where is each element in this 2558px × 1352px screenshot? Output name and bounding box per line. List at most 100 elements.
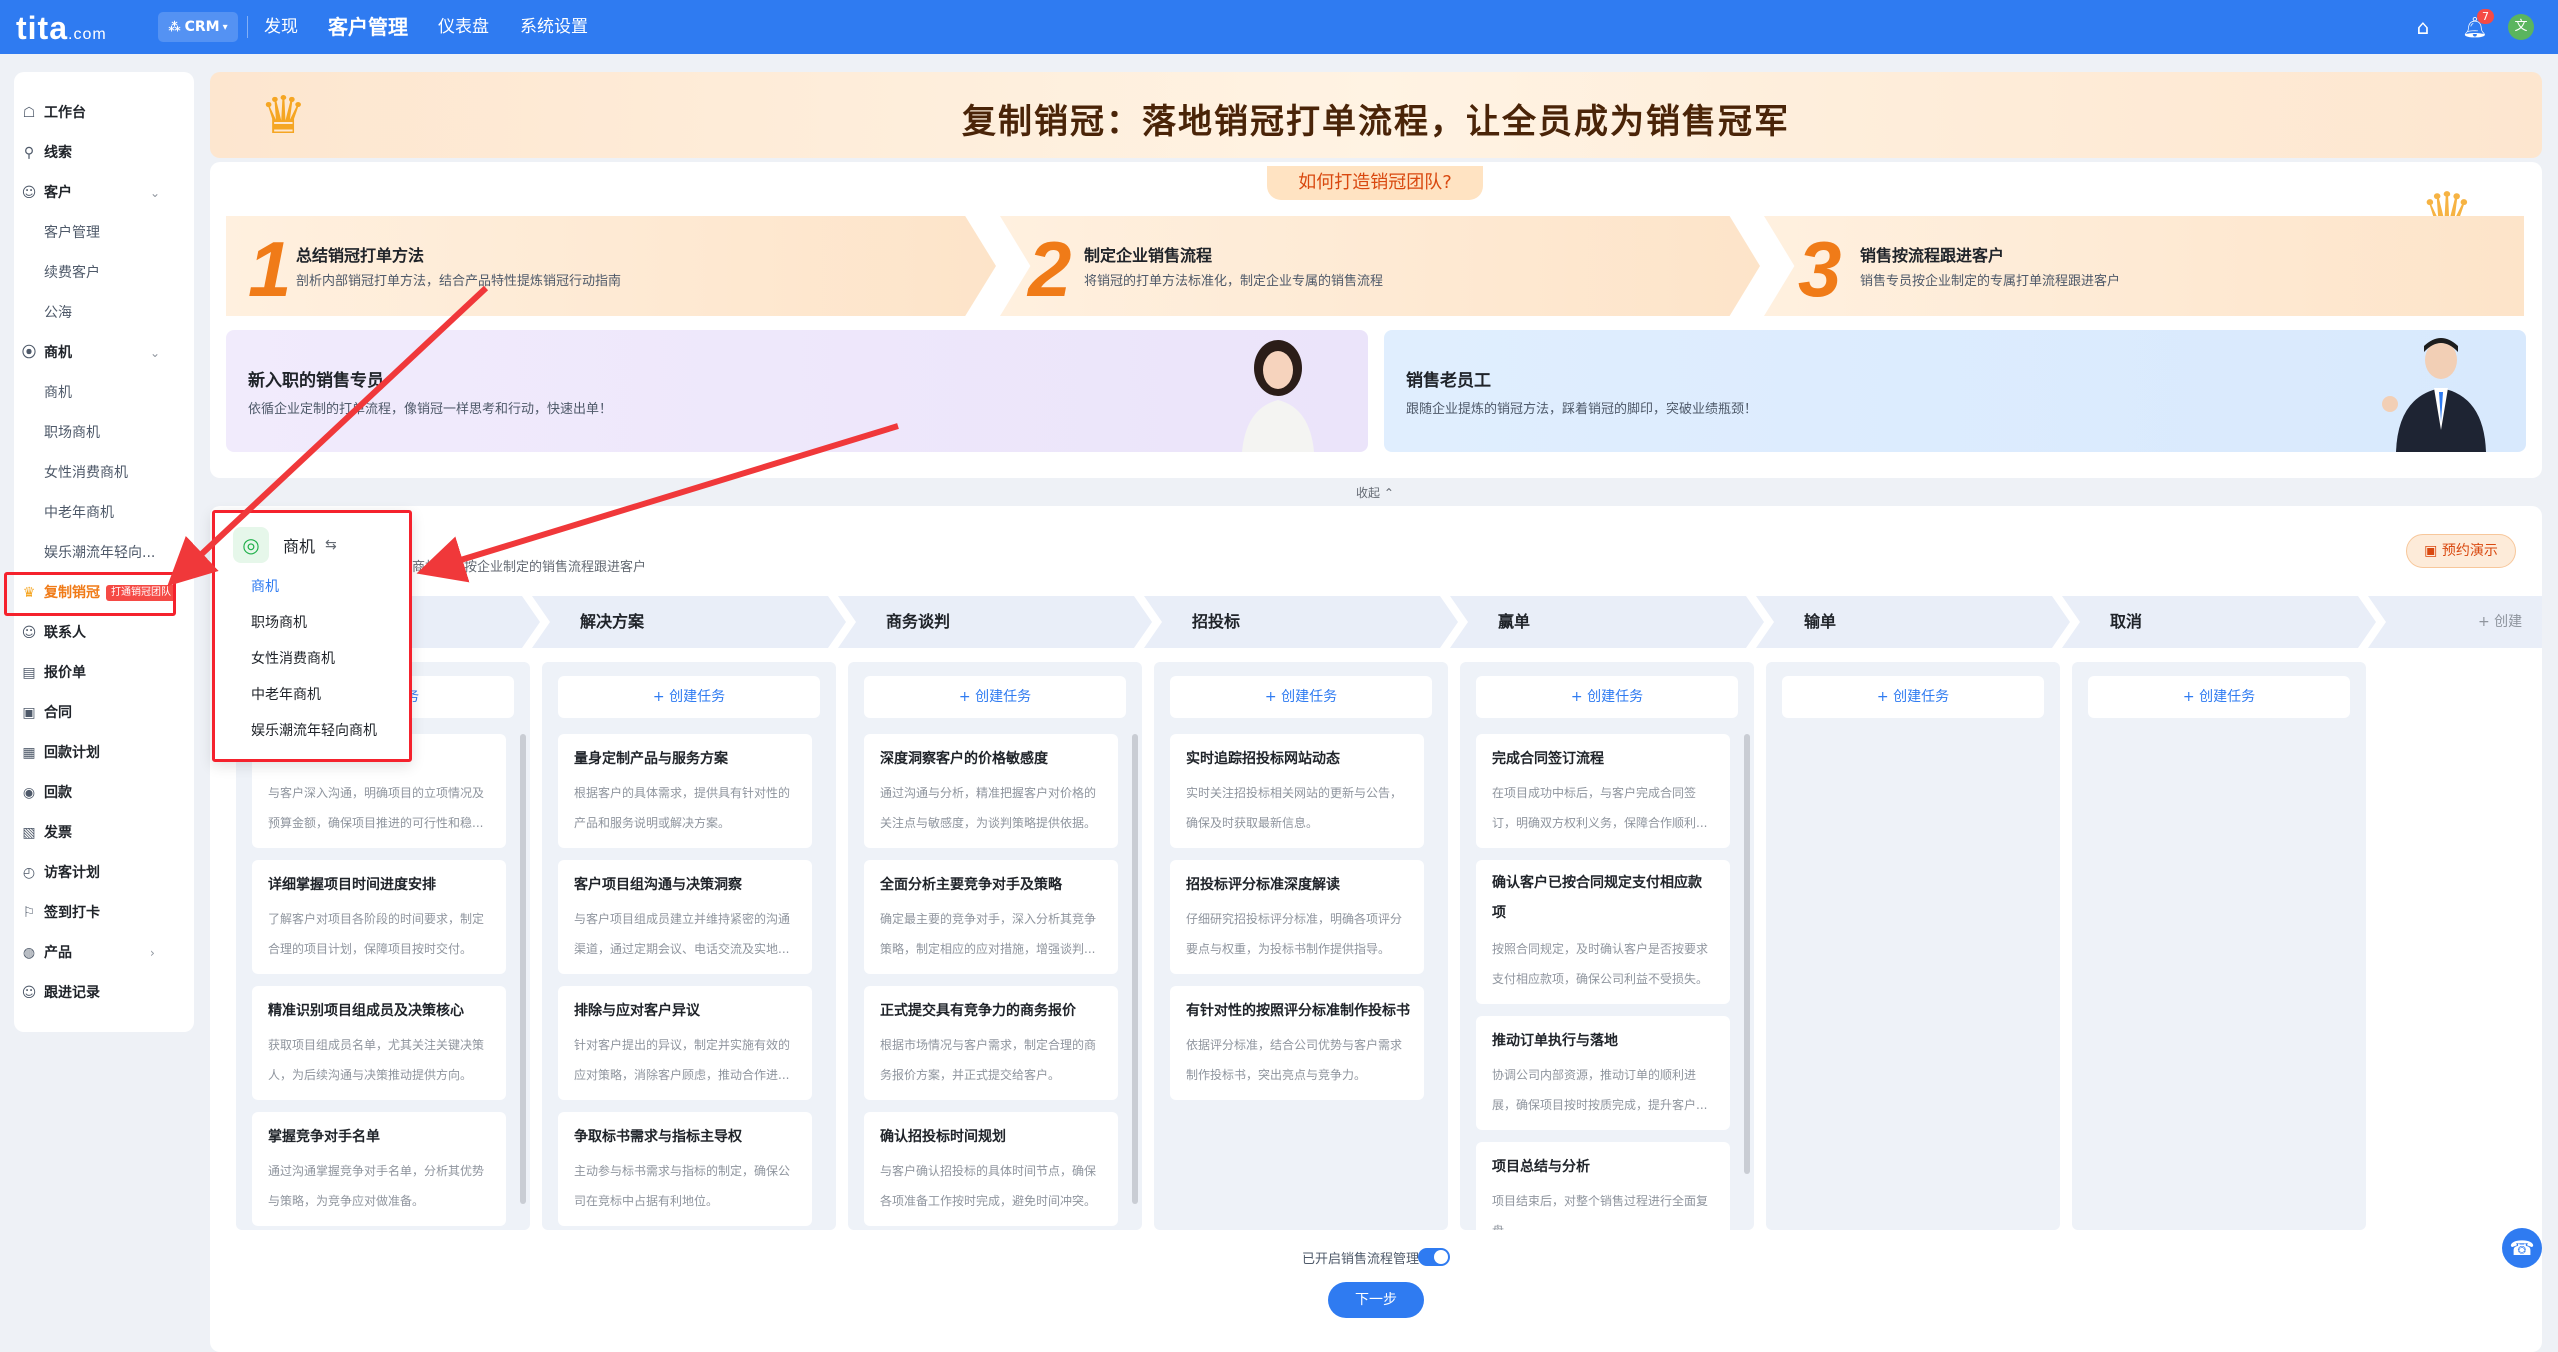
task-card[interactable]: 实时追踪招投标网站动态 实时关注招投标相关网站的更新与公告，确保及时获取最新信息。 (1170, 734, 1424, 848)
task-card[interactable]: 招投标评分标准深度解读 仔细研究招投标评分标准，明确各项评分要点与权重，为投标书制… (1170, 860, 1424, 974)
step-desc: 将销冠的打单方法标准化，制定企业专属的销售流程 (1084, 274, 1384, 289)
task-card[interactable]: 客户项目组沟通与决策洞察 与客户项目组成员建立并维持紧密的沟通渠道，通过定期会议、… (558, 860, 812, 974)
sidebar-sub-workplace-opportunity[interactable]: 职场商机 (44, 418, 100, 448)
sidebar-item-invoices[interactable]: ▧ 发票 (20, 818, 72, 848)
sidebar-item-products[interactable]: ◍ 产品 (20, 938, 72, 968)
sidebar-sub-opportunity[interactable]: 商机 (44, 378, 72, 408)
step-number: 3 (1798, 225, 1842, 313)
notification-badge: 7 (2477, 9, 2494, 24)
task-card[interactable]: 精准识别项目组成员及决策核心 获取项目组成员名单，尤其关注关键决策人，为后续沟通与… (252, 986, 506, 1100)
stage-header[interactable]: 解决方案 (532, 596, 846, 648)
step-desc: 销售专员按企业制定的专属打单流程跟进客户 (1860, 274, 2121, 289)
saleswoman-illustration (1242, 340, 1314, 452)
stage-header[interactable]: 招投标 (1144, 596, 1458, 648)
sidebar-item-quotes[interactable]: ▤ 报价单 (20, 658, 86, 688)
sidebar-sub-renewal-customers[interactable]: 续费客户 (44, 258, 100, 288)
stage-header[interactable]: 商务谈判 (838, 596, 1152, 648)
task-card[interactable]: 推动订单执行与落地 协调公司内部资源，推动订单的顺利进展，确保项目按时按质完成，提… (1476, 1016, 1730, 1130)
popup-option[interactable]: 职场商机 (251, 605, 307, 641)
step-number: 1 (248, 225, 292, 313)
sidebar-item-leads[interactable]: ⚲ 线索 (20, 138, 72, 168)
nav-discover[interactable]: 发现 (264, 0, 298, 54)
nav-dashboard[interactable]: 仪表盘 (438, 0, 489, 54)
stage-header[interactable]: 取消 (2062, 596, 2376, 648)
task-card[interactable]: 确认客户已按合同规定支付相应款项 按照合同规定，及时确认客户是否按要求支付相应款项… (1476, 860, 1730, 1004)
pipeline-toggle[interactable] (1418, 1248, 1450, 1266)
nav-divider (247, 16, 248, 38)
scrollbar[interactable] (1744, 734, 1750, 1174)
popup-option[interactable]: 娱乐潮流年轻向商机 (251, 713, 377, 749)
sidebar-sub-customer-management[interactable]: 客户管理 (44, 218, 100, 248)
create-task-button[interactable]: + 创建任务 (1170, 676, 1432, 718)
step-desc: 剖析内部销冠打单方法，结合产品特性提炼销冠行动指南 (296, 274, 622, 289)
sidebar-item-opportunity[interactable]: ⦿ 商机 (20, 338, 72, 368)
scrollbar[interactable] (520, 734, 526, 1204)
crm-app-switcher[interactable]: ⁂ CRM ▾ (158, 12, 238, 42)
opportunity-icon: ◎ (233, 527, 269, 563)
popup-option[interactable]: 女性消费商机 (251, 641, 335, 677)
task-card[interactable]: 量身定制产品与服务方案 根据客户的具体需求，提供具有针对性的产品和服务说明或解决方… (558, 734, 812, 848)
stage-header[interactable]: 输单 (1756, 596, 2070, 648)
create-task-button[interactable]: + 创建任务 (1476, 676, 1738, 718)
chevron-down-icon[interactable]: ⌄ (150, 346, 160, 360)
sidebar-item-workbench[interactable]: ☖ 工作台 (20, 98, 86, 128)
task-card[interactable]: 全面分析主要竞争对手及策略 确定最主要的竞争对手，深入分析其竞争策略，制定相应的应… (864, 860, 1118, 974)
task-card[interactable]: 深度洞察客户的价格敏感度 通过沟通与分析，精准把握客户对价格的关注点与敏感度，为谈… (864, 734, 1118, 848)
pipeline-description: 商机时，按企业制定的销售流程跟进客户 (412, 560, 647, 575)
product-icon: ◍ (22, 945, 36, 961)
task-card[interactable]: 项目总结与分析项目结束后，对整个销售过程进行全面复盘 (1476, 1142, 1730, 1230)
sidebar-sub-youth-opportunity[interactable]: 娱乐潮流年轻向... (44, 538, 155, 568)
sidebar-item-contracts[interactable]: ▣ 合同 (20, 698, 72, 728)
create-task-button[interactable]: + 创建任务 (864, 676, 1126, 718)
switch-icon[interactable]: ⇆ (325, 537, 337, 553)
task-card[interactable]: 完成合同签订流程 在项目成功中标后，与客户完成合同签订，明确双方权利义务，保障合作… (1476, 734, 1730, 848)
popup-option[interactable]: 中老年商机 (251, 677, 321, 713)
task-card[interactable]: 确认招投标时间规划 与客户确认招投标的具体时间节点，确保各项准备工作按时完成，避免… (864, 1112, 1118, 1226)
stage-column: + 创建任务 量身定制产品与服务方案 根据客户的具体需求，提供具有针对性的产品和服… (542, 662, 836, 1230)
user-avatar[interactable]: 文 (2508, 14, 2534, 40)
sidebar-item-customer[interactable]: ☺ 客户 (20, 178, 72, 208)
chevron-right-icon[interactable]: › (150, 946, 155, 960)
task-card[interactable]: 详细掌握项目时间进度安排 了解客户对项目各阶段的时间要求，制定合理的项目计划，保障… (252, 860, 506, 974)
task-card[interactable]: 有针对性的按照评分标准制作投标书 依据评分标准，结合公司优势与客户需求制作投标书，… (1170, 986, 1424, 1100)
task-card[interactable]: 排除与应对客户异议 针对客户提出的异议，制定并实施有效的应对策略，消除客户顾虑，推… (558, 986, 812, 1100)
sidebar-item-payments[interactable]: ◉ 回款 (20, 778, 72, 808)
follow-up-icon: ☺ (21, 985, 37, 1001)
sidebar-item-check-in[interactable]: ⚐ 签到打卡 (20, 898, 100, 928)
sidebar-sub-female-opportunity[interactable]: 女性消费商机 (44, 458, 128, 488)
nav-customer-management[interactable]: 客户管理 (328, 0, 408, 54)
step-2: 2 制定企业销售流程 将销冠的打单方法标准化，制定企业专属的销售流程 (1000, 216, 1760, 316)
next-step-button[interactable]: 下一步 (1328, 1282, 1424, 1318)
scrollbar[interactable] (1132, 734, 1138, 1204)
tita-logo[interactable]: tita.com (16, 10, 107, 47)
sidebar-item-visit-plan[interactable]: ◴ 访客计划 (20, 858, 100, 888)
stage-header[interactable]: 赢单 (1450, 596, 1764, 648)
popup-option[interactable]: 商机 (251, 569, 279, 605)
pipeline-toggle-label: 已开启销售流程管理 (1302, 1252, 1420, 1267)
book-demo-button[interactable]: ▣ 预约演示 (2406, 534, 2516, 568)
invoice-icon: ▧ (22, 825, 36, 841)
create-task-button[interactable]: + 创建任务 (558, 676, 820, 718)
sidebar-sub-public-pool[interactable]: 公海 (44, 298, 72, 328)
visit-plan-icon: ◴ (22, 865, 36, 881)
veteran-sales-card: 销售老员工 跟随企业提炼的销冠方法，踩着销冠的脚印，突破业绩瓶颈！ (1384, 330, 2526, 452)
add-stage[interactable]: + 创建 (2368, 596, 2542, 648)
create-task-button[interactable]: + 创建任务 (2088, 676, 2350, 718)
popup-title: 商机 (283, 537, 316, 556)
sidebar-sub-elderly-opportunity[interactable]: 中老年商机 (44, 498, 114, 528)
task-card[interactable]: 掌握竞争对手名单 通过沟通掌握竞争对手名单，分析其优势与策略，为竞争应对做准备。 (252, 1112, 506, 1226)
create-task-button[interactable]: + 创建任务 (1782, 676, 2044, 718)
location-icon: ⚐ (22, 905, 36, 921)
sidebar-item-contacts[interactable]: ☺ 联系人 (20, 618, 86, 648)
chevron-down-icon[interactable]: ⌄ (150, 186, 160, 200)
task-card[interactable]: 正式提交具有竞争力的商务报价 根据市场情况与客户需求，制定合理的商务报价方案，并正… (864, 986, 1118, 1100)
step-1: 1 总结销冠打单方法 剖析内部销冠打单方法，结合产品特性提炼销冠行动指南 (226, 216, 996, 316)
customer-service-icon[interactable]: ☎ (2502, 1228, 2542, 1268)
collapse-toggle[interactable]: 收起 ⌃ (1356, 484, 1394, 501)
sidebar-item-follow-up[interactable]: ☺ 跟进记录 (20, 978, 100, 1008)
task-card[interactable]: 争取标书需求与指标主导权 主动参与标书需求与指标的制定，确保公司在竞标中占据有利地… (558, 1112, 812, 1226)
sidebar-item-payment-plan[interactable]: ▦ 回款计划 (20, 738, 100, 768)
nav-system-settings[interactable]: 系统设置 (520, 0, 588, 54)
stage-column: + 创建任务 深度洞察客户的价格敏感度 通过沟通与分析，精准把握客户对价格的关注点… (848, 662, 1142, 1230)
home-icon[interactable]: ⌂ (2410, 14, 2436, 40)
